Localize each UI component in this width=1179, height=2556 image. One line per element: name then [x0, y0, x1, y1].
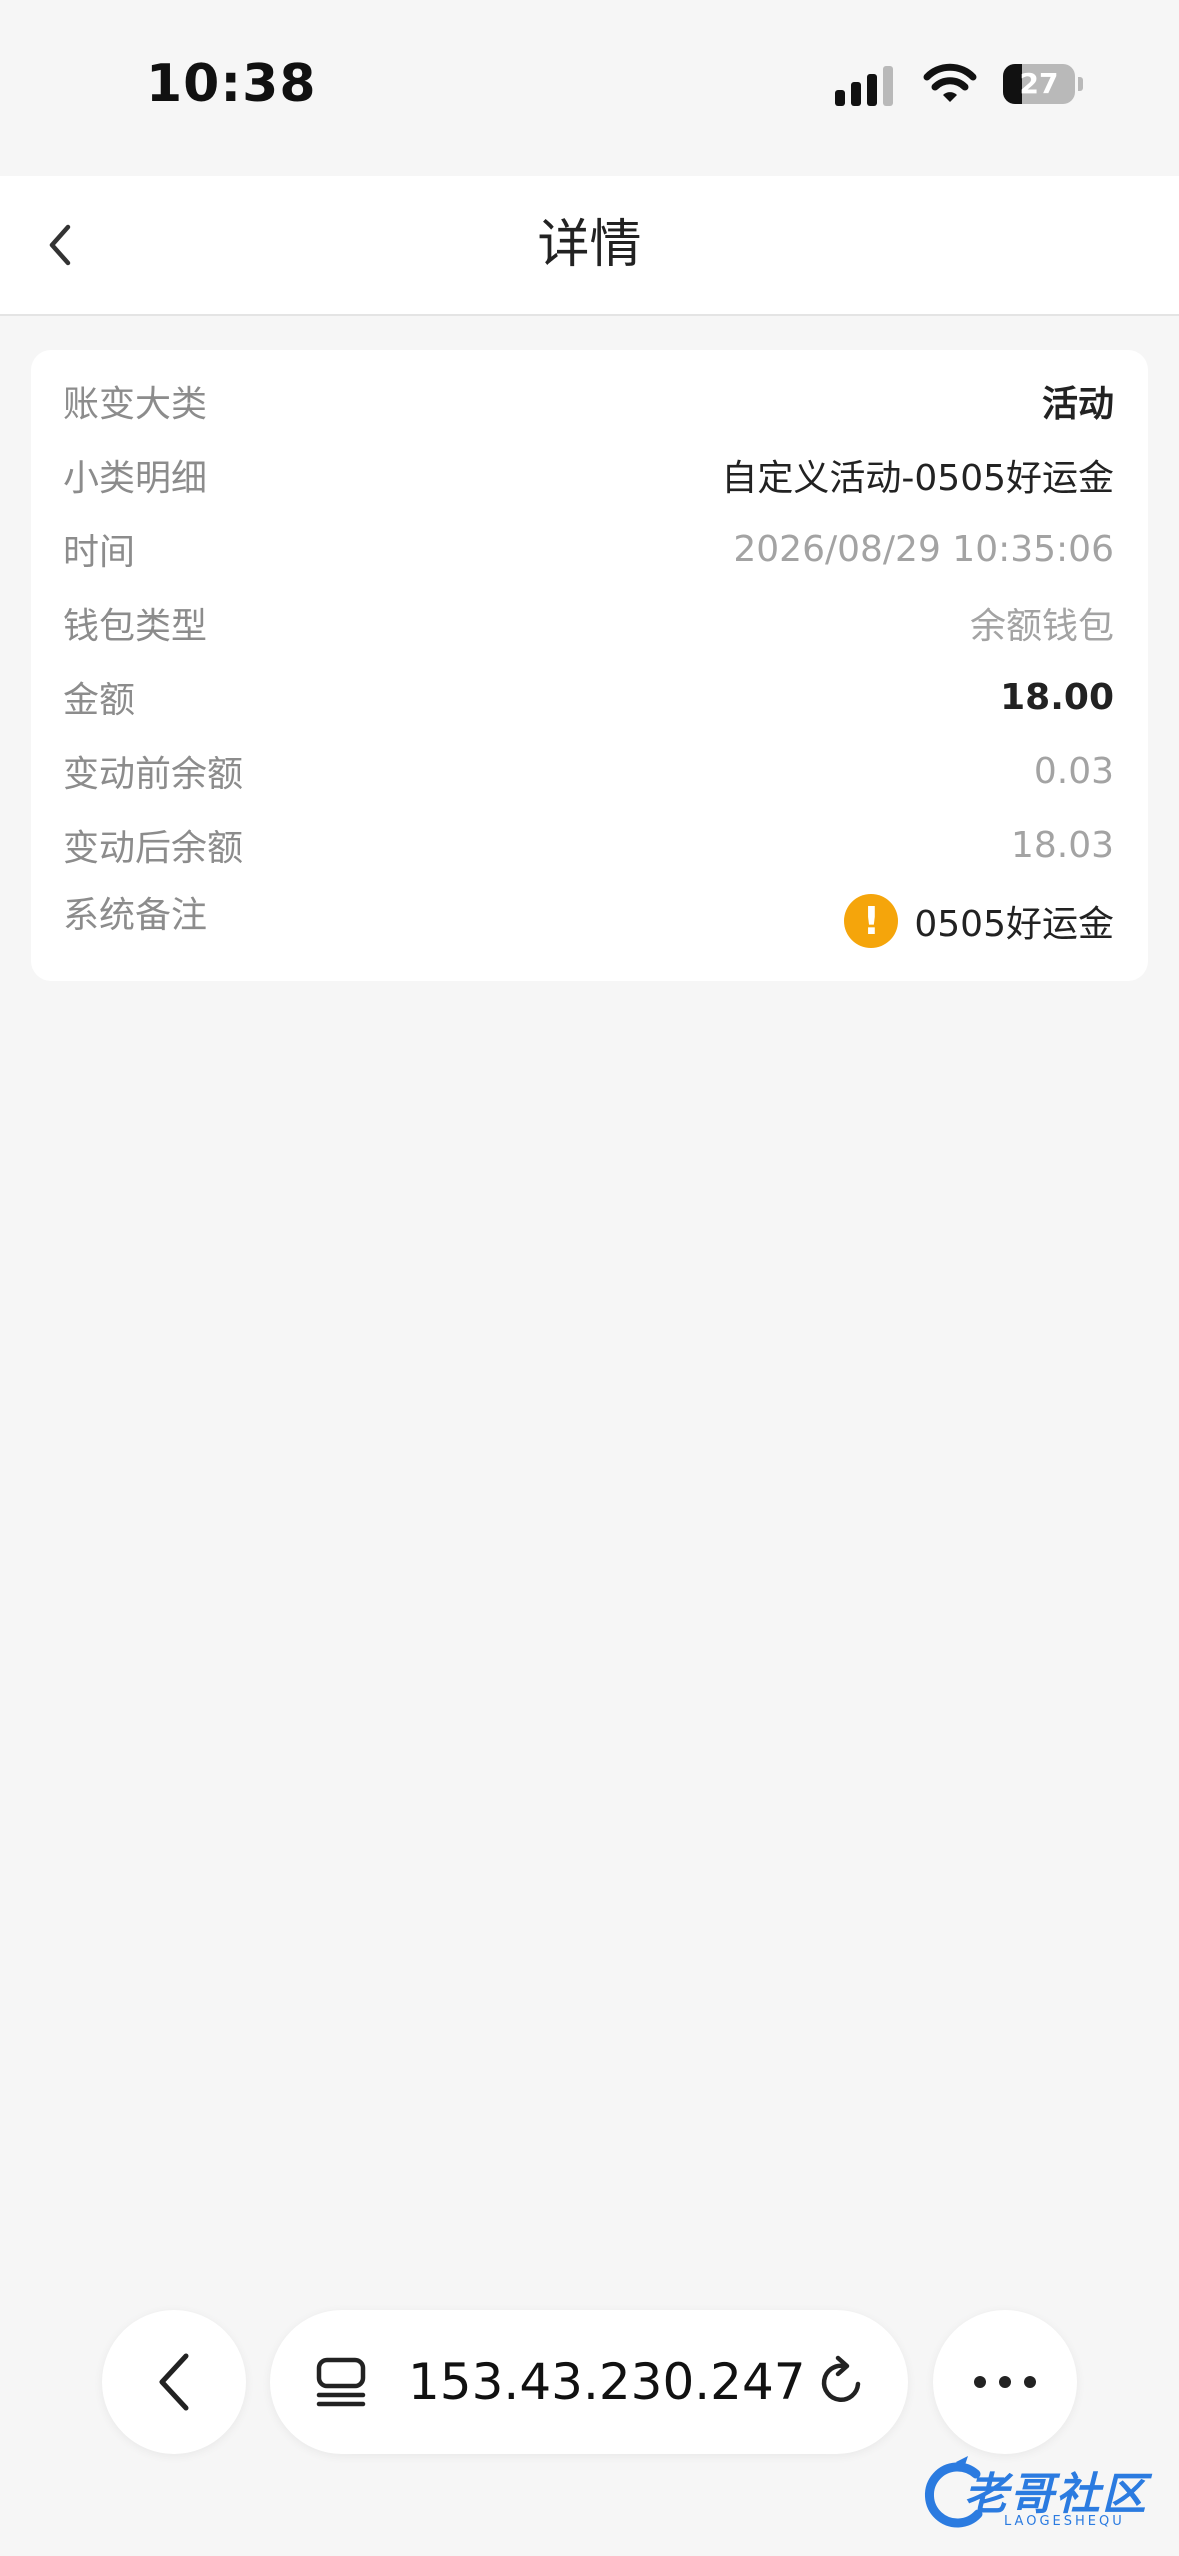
back-arrow-icon	[159, 2353, 189, 2411]
browser-back-button[interactable]	[102, 2310, 246, 2454]
watermark-subtext: LAOGESHEQU	[1004, 2514, 1125, 2529]
status-icons: 27	[835, 62, 1083, 106]
row-balance-after: 变动后余额 18.03	[63, 808, 1114, 882]
battery-icon: 27	[1003, 64, 1083, 104]
category-label: 账变大类	[63, 384, 208, 425]
row-wallet: 钱包类型 余额钱包	[63, 586, 1114, 660]
status-time: 10:38	[146, 54, 317, 114]
detail-card: 账变大类 活动 小类明细 自定义活动-0505好运金 时间 2026/08/29…	[31, 350, 1148, 981]
chevron-left-icon	[49, 224, 71, 266]
remark-label: 系统备注	[63, 895, 208, 936]
wallet-label: 钱包类型	[63, 606, 208, 647]
row-balance-before: 变动前余额 0.03	[63, 734, 1114, 808]
amount-value: 18.00	[1000, 676, 1114, 718]
battery-level: 27	[1019, 67, 1059, 100]
warning-icon: !	[844, 894, 899, 948]
row-time: 时间 2026/08/29 10:35:06	[63, 512, 1114, 586]
watermark-logo: 老哥社区 LAOGESHEQU	[916, 2454, 1166, 2544]
nav-bar: 详情	[0, 176, 1179, 316]
signal-icon	[835, 62, 897, 106]
subcategory-value: 自定义活动-0505好运金	[721, 458, 1114, 499]
category-value: 活动	[1041, 384, 1114, 425]
remark-value-wrap: ! 0505好运金	[844, 894, 1114, 948]
row-amount: 金额 18.00	[63, 660, 1114, 734]
address-text[interactable]: 153.43.230.247	[408, 2310, 806, 2454]
subcategory-label: 小类明细	[63, 458, 208, 499]
back-button[interactable]	[24, 210, 94, 280]
remark-value: 0505好运金	[914, 904, 1114, 945]
status-bar: 10:38 27	[0, 0, 1179, 176]
wifi-icon	[923, 63, 977, 102]
balance-before-label: 变动前余额	[63, 754, 244, 795]
balance-before-value: 0.03	[1033, 750, 1114, 792]
balance-after-label: 变动后余额	[63, 828, 244, 869]
balance-after-value: 18.03	[1010, 824, 1114, 866]
wallet-value: 余额钱包	[969, 606, 1114, 647]
time-label: 时间	[63, 532, 136, 573]
watermark-text: 老哥社区	[964, 2469, 1148, 2520]
reload-icon[interactable]	[814, 2354, 870, 2410]
time-value: 2026/08/29 10:35:06	[733, 528, 1114, 570]
more-button[interactable]	[933, 2310, 1077, 2454]
row-category: 账变大类 活动	[63, 364, 1114, 438]
amount-label: 金额	[63, 680, 136, 721]
page-title: 详情	[537, 215, 642, 275]
row-subcategory: 小类明细 自定义活动-0505好运金	[63, 438, 1114, 512]
more-icon	[974, 2376, 1036, 2388]
row-remark: 系统备注 ! 0505好运金	[63, 882, 1114, 962]
tabs-icon	[316, 2357, 366, 2407]
address-bar[interactable]: 153.43.230.247	[270, 2310, 908, 2454]
